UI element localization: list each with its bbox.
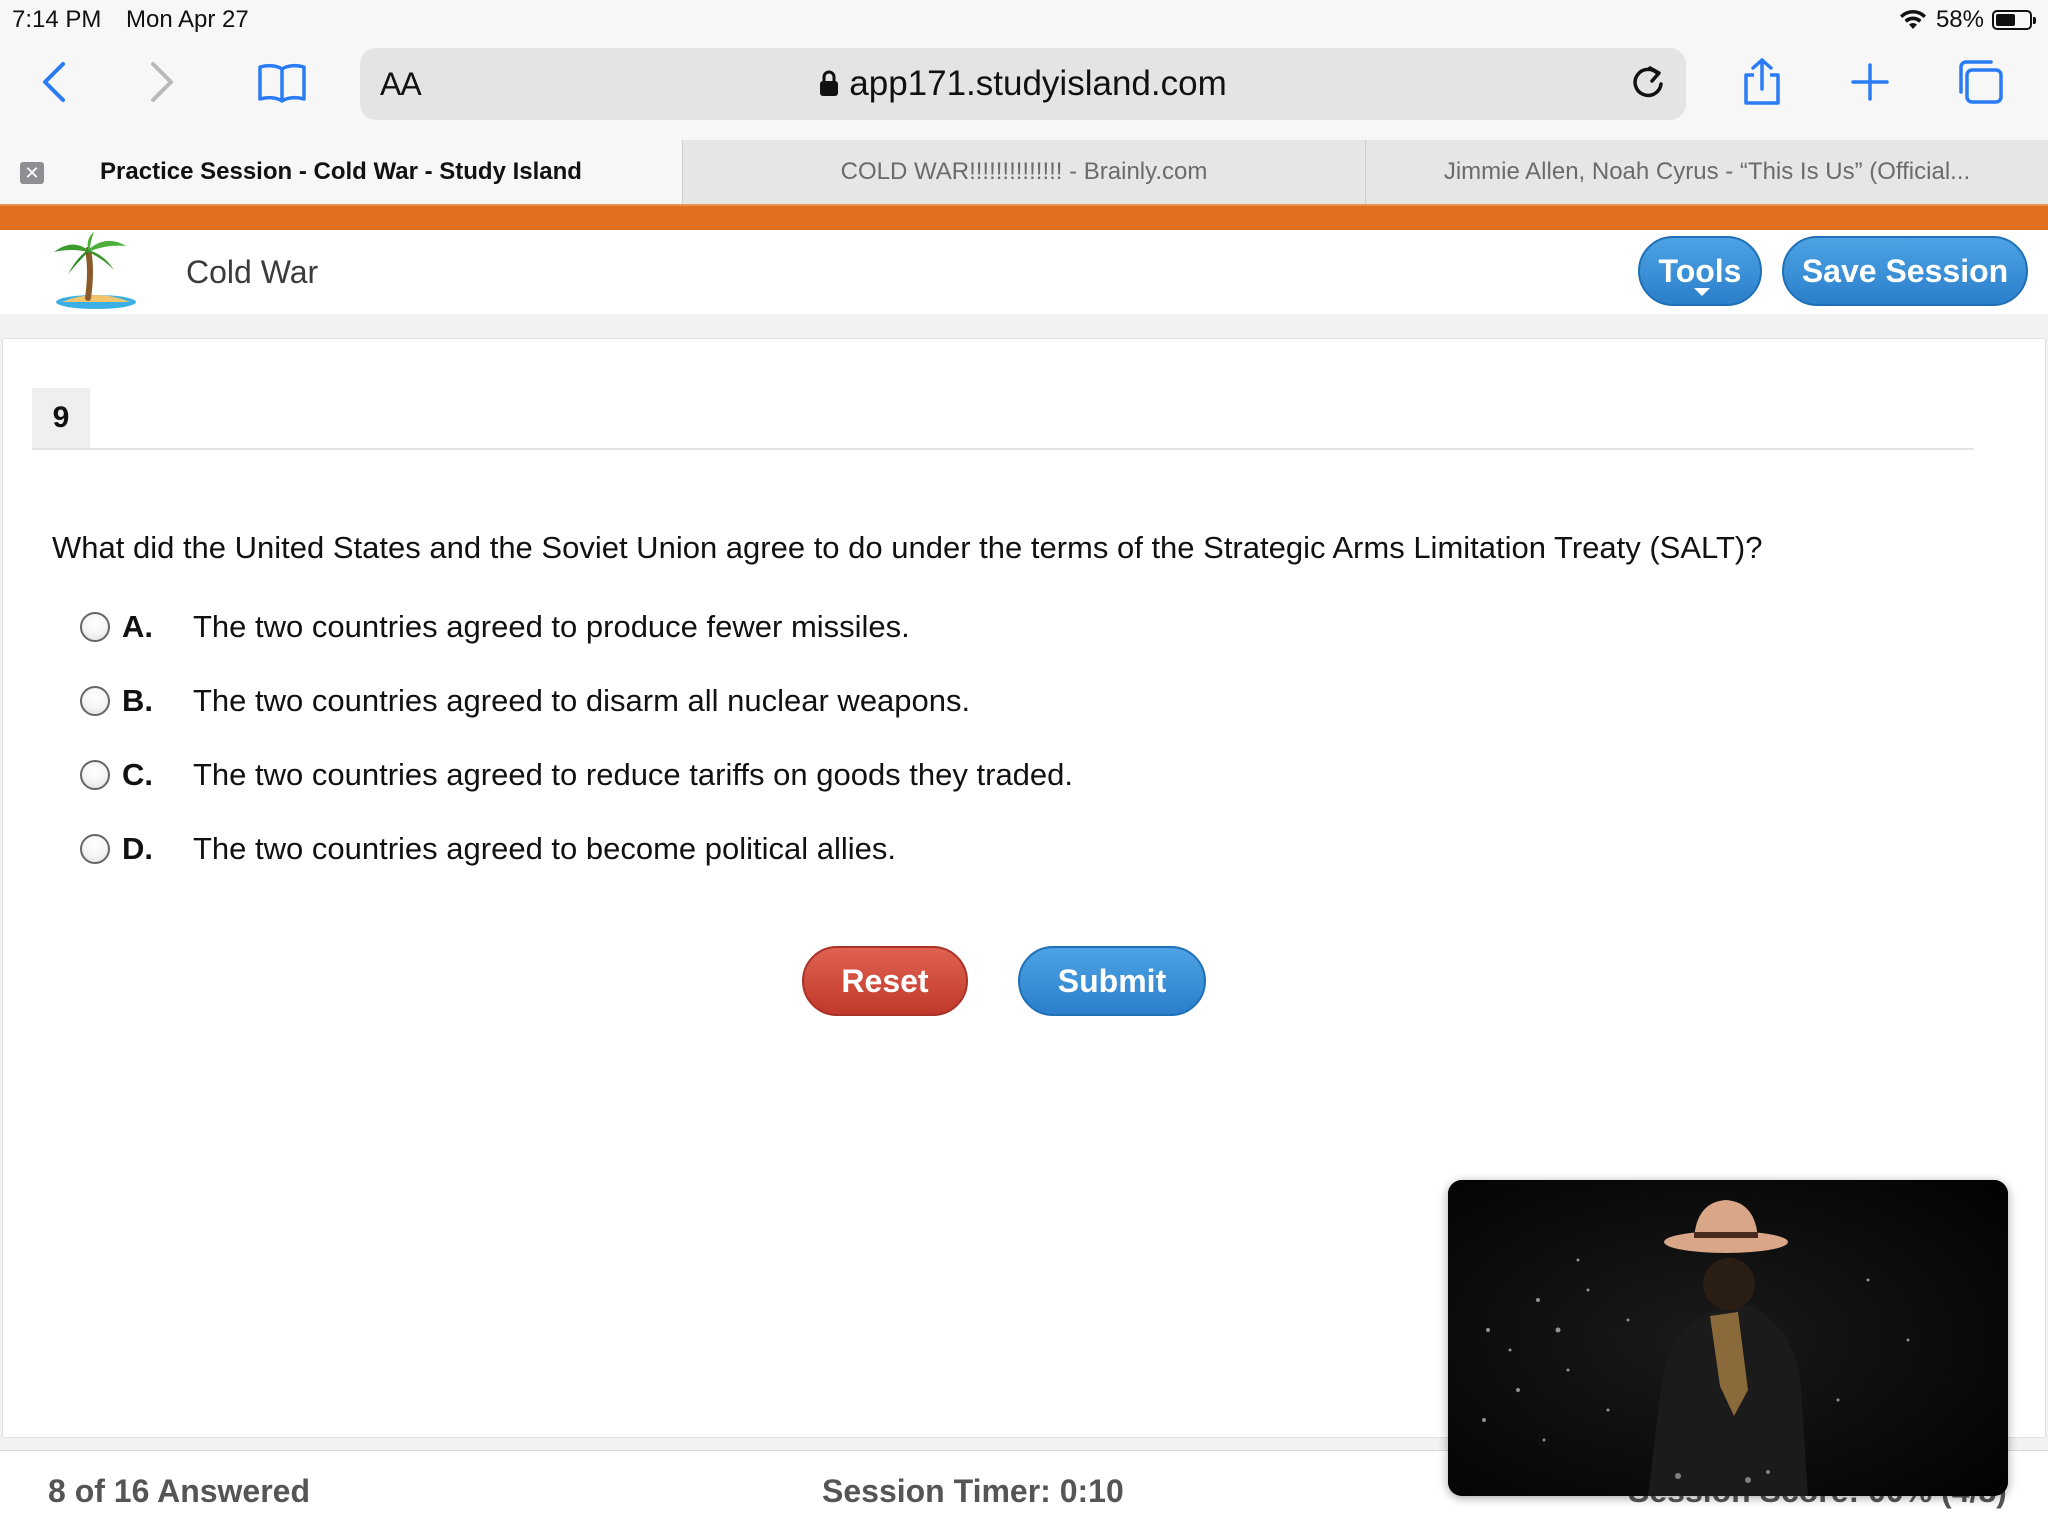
video-pip-player[interactable] xyxy=(1448,1180,2008,1496)
chevron-left-icon xyxy=(43,62,65,102)
forward-button[interactable] xyxy=(134,54,190,110)
divider xyxy=(32,448,1974,450)
session-timer: Session Timer: 0:10 xyxy=(822,1473,1124,1509)
tab-youtube-video[interactable]: Jimmie Allen, Noah Cyrus - “This Is Us” … xyxy=(1365,140,2048,204)
tabs-overview-button[interactable] xyxy=(1952,54,2008,110)
back-button[interactable] xyxy=(26,54,82,110)
share-icon xyxy=(1744,58,1780,105)
status-bar: 7:14 PM Mon Apr 27 58% xyxy=(0,0,2048,40)
new-tab-button[interactable] xyxy=(1842,54,1898,110)
tab-brainly[interactable]: COLD WAR!!!!!!!!!!!!!! - Brainly.com xyxy=(682,140,1365,204)
battery-icon xyxy=(1992,10,2036,30)
option-text[interactable]: The two countries agreed to become polit… xyxy=(193,831,896,867)
accent-bar xyxy=(0,204,2048,230)
option-letter: C. xyxy=(122,757,153,792)
caret-down-icon xyxy=(1694,288,1710,296)
status-right: 58% xyxy=(1898,6,2036,34)
radio-button[interactable] xyxy=(80,612,110,642)
status-date: Mon Apr 27 xyxy=(126,6,249,33)
status-time: 7:14 PM xyxy=(12,6,102,33)
option-letter: D. xyxy=(122,831,153,866)
address-bar[interactable]: AA app171.studyisland.com xyxy=(360,48,1686,120)
option-text[interactable]: The two countries agreed to reduce tarif… xyxy=(193,757,1073,793)
tools-button[interactable]: Tools xyxy=(1638,236,1762,306)
book-icon xyxy=(258,63,306,103)
radio-button[interactable] xyxy=(80,834,110,864)
answer-option-a[interactable]: A. The two countries agreed to produce f… xyxy=(80,607,910,647)
tab-bar: ✕ Practice Session - Cold War - Study Is… xyxy=(0,140,2048,204)
url-display[interactable]: app171.studyisland.com xyxy=(360,64,1686,104)
question-text: What did the United States and the Sovie… xyxy=(52,530,1763,565)
radio-button[interactable] xyxy=(80,760,110,790)
answer-option-d[interactable]: D. The two countries agreed to become po… xyxy=(80,829,896,869)
close-tab-icon[interactable]: ✕ xyxy=(20,162,44,184)
share-button[interactable] xyxy=(1734,54,1790,110)
video-frame xyxy=(1448,1180,2008,1496)
answered-count: 8 of 16 Answered xyxy=(48,1473,311,1509)
app-header: Cold War Tools Save Session xyxy=(0,230,2048,314)
question-number: 9 xyxy=(32,388,90,448)
answer-option-b[interactable]: B. The two countries agreed to disarm al… xyxy=(80,681,970,721)
battery-percent: 58% xyxy=(1935,6,1984,33)
save-session-button[interactable]: Save Session xyxy=(1782,236,2028,306)
submit-button[interactable]: Submit xyxy=(1018,946,1206,1016)
tools-label: Tools xyxy=(1658,252,1742,289)
tab-title: COLD WAR!!!!!!!!!!!!!! - Brainly.com xyxy=(840,158,1208,185)
chevron-right-icon xyxy=(151,62,173,102)
reset-label: Reset xyxy=(841,962,929,999)
browser-toolbar: AA app171.studyisland.com xyxy=(0,40,2048,140)
tab-title: Jimmie Allen, Noah Cyrus - “This Is Us” … xyxy=(1443,158,1971,185)
option-letter: A. xyxy=(122,609,153,644)
reload-button[interactable] xyxy=(1628,62,1668,109)
tab-title: Practice Session - Cold War - Study Isla… xyxy=(100,158,582,185)
tab-practice-session[interactable]: ✕ Practice Session - Cold War - Study Is… xyxy=(0,140,682,204)
option-text[interactable]: The two countries agreed to disarm all n… xyxy=(193,683,970,719)
reload-icon xyxy=(1633,66,1663,98)
answer-option-c[interactable]: C. The two countries agreed to reduce ta… xyxy=(80,755,1073,795)
palm-tree-logo-icon xyxy=(54,232,136,309)
radio-button[interactable] xyxy=(80,686,110,716)
save-session-label: Save Session xyxy=(1801,252,2009,289)
bookmarks-button[interactable] xyxy=(254,54,310,110)
option-text[interactable]: The two countries agreed to produce fewe… xyxy=(193,609,910,645)
option-letter: B. xyxy=(122,683,153,718)
submit-label: Submit xyxy=(1057,962,1167,999)
tabs-icon xyxy=(1959,60,2003,104)
url-text: app171.studyisland.com xyxy=(849,64,1227,103)
reset-button[interactable]: Reset xyxy=(802,946,968,1016)
page-title: Cold War xyxy=(186,254,319,290)
lock-icon xyxy=(820,70,839,96)
wifi-icon xyxy=(1899,9,1926,29)
plus-icon xyxy=(1851,63,1889,101)
